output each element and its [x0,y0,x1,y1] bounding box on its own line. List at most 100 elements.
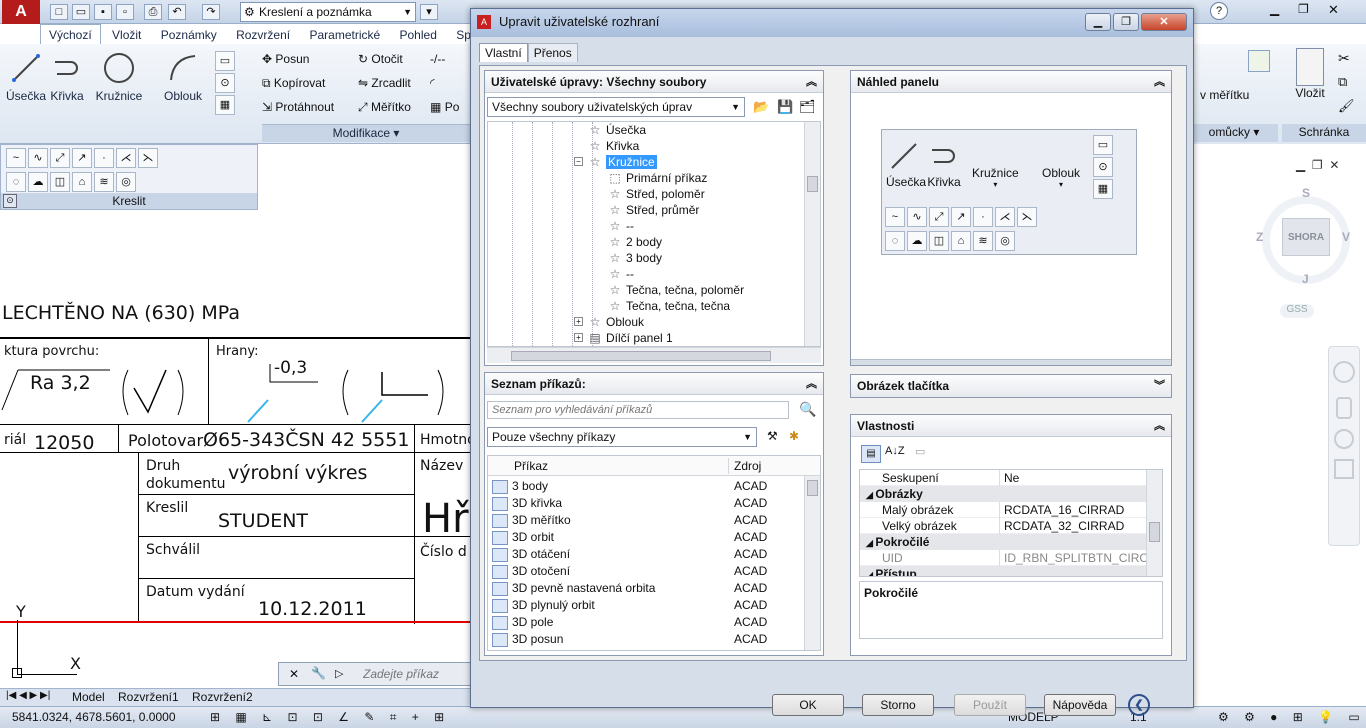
close-icon[interactable]: ✕ [1328,2,1339,18]
property-category[interactable]: ◢ Pokročilé [860,534,1148,550]
property-row[interactable]: Seskupení Ne [860,470,1148,486]
collapse-icon[interactable]: ︽ [1154,415,1165,437]
categorized-icon[interactable]: ▤ [861,445,881,463]
tree-hscrollbar[interactable] [487,347,821,363]
tab-model[interactable]: Model [72,690,105,704]
undo-icon[interactable]: ↶ [168,4,186,20]
help-icon[interactable]: ? [1210,2,1228,20]
point-icon[interactable]: · [94,148,114,168]
status-toggles[interactable]: ⊞ ▦ ⊾ ⊡ ⊡ ∠ ✎ ⌗ + ⊞ [210,707,450,727]
open-file-icon[interactable]: 📂 [753,99,769,115]
close-cmd-icon[interactable]: ✕ [289,667,299,681]
gradient-icon[interactable]: ▦ [215,95,235,115]
wcs-menu[interactable]: GSS [1280,304,1314,318]
col-command[interactable]: Příkaz [514,456,548,476]
new-command-icon[interactable]: ⚒ [767,429,778,443]
stretch-button[interactable]: ⇲ Protáhnout [262,100,334,114]
paste-button[interactable]: Vložit [1290,48,1330,100]
property-row[interactable]: Malý obrázek RCDATA_16_CIRRAD [860,502,1148,518]
donut-icon[interactable]: ◎ [116,172,136,192]
redo-icon[interactable]: ↷ [202,4,220,20]
tab-poznamky[interactable]: Poznámky [153,25,225,45]
command-row[interactable]: 3D posun ACAD [488,631,806,648]
viewport-controls[interactable]: ▁ ❐ ✕ [1296,158,1362,174]
pin-icon[interactable]: ⊙ [3,194,17,208]
command-row[interactable]: 3 body ACAD [488,478,806,495]
sort-az-icon[interactable]: A↓Z [885,445,905,457]
tree-node[interactable]: ☆ Tečna, tečna, poloměr [488,282,802,298]
tab-parametricke[interactable]: Parametrické [301,25,388,45]
customization-file-select[interactable]: Všechny soubory uživatelských úprav ▼ [487,97,745,117]
tree-node[interactable]: ☆ -- [488,218,802,234]
move-button[interactable]: ✥ Posun [262,52,309,66]
tree-node[interactable]: ☆ 3 body [488,250,802,266]
spline-icon[interactable]: ~ [6,148,26,168]
rectangle-icon[interactable]: ▭ [215,51,235,71]
utilities-group[interactable]: omůcky ▾ [1190,124,1278,142]
command-input[interactable] [363,666,467,682]
3dpoly-icon[interactable]: ⌂ [72,172,92,192]
array-button[interactable]: ▦ Po [430,100,459,114]
match-prop-icon[interactable]: 🖌 [1338,98,1355,114]
expand-node-icon[interactable]: + [574,317,583,326]
arc-button[interactable]: Oblouk [158,50,208,103]
tree-node[interactable]: ☆ Úsečka [488,122,802,138]
tree-node[interactable]: + ☆ Oblouk [488,314,802,330]
pan-icon[interactable] [1336,397,1352,419]
hatch-icon[interactable]: ⊙ [215,73,235,93]
new-icon[interactable]: □ [50,4,68,20]
ok-button[interactable]: OK [772,694,844,716]
tab-vychozi[interactable]: Výchozí [40,24,101,45]
open-icon[interactable]: ▭ [72,4,90,20]
tree-node[interactable]: + ▤ Dílčí panel 1 [488,330,802,346]
apply-button[interactable]: Použít [954,694,1026,716]
command-row[interactable]: 3D měřítko ACAD [488,512,806,529]
command-row[interactable]: 3D orbit ACAD [488,529,806,546]
search-icon[interactable]: 🔍 [799,401,816,418]
tree-node[interactable]: ☆ Střed, průměr [488,202,802,218]
circle-button[interactable]: Kružnice [92,50,146,103]
command-row[interactable]: 3D plynulý orbit ACAD [488,597,806,614]
tab-pohled[interactable]: Pohled [392,25,445,45]
minimize-icon[interactable]: ▁ [1270,2,1279,16]
dialog-minimize-button[interactable]: ▁ [1085,13,1111,31]
tab-vlozit[interactable]: Vložit [104,25,149,45]
command-search-input[interactable] [487,401,789,419]
measure-icon[interactable] [1248,50,1270,72]
rotate-button[interactable]: ↻ Otočit [358,52,403,66]
orbit-icon[interactable] [1334,459,1354,479]
save-icon[interactable]: ▪ [94,4,112,20]
help-button[interactable]: Nápověda [1044,694,1116,716]
modify-group-label[interactable]: Modifikace ▾ [262,124,470,142]
helix-icon[interactable]: ≋ [94,172,114,192]
tree-node[interactable]: ⬚ Primární příkaz [488,170,802,186]
property-pages-icon[interactable]: ▭ [915,445,925,458]
command-row[interactable]: 3D otočení ACAD [488,563,806,580]
property-row[interactable]: UID ID_RBN_SPLITBTN_CIRCLE [860,550,1162,566]
command-row[interactable]: 3D křivka ACAD [488,495,806,512]
qat-dropdown-icon[interactable]: ▾ [420,4,438,20]
wipeout-icon[interactable]: ◫ [50,172,70,192]
workspace-select[interactable]: ⚙ Kreslení a poznámka ▼ [240,2,416,22]
settings-icon[interactable]: ⚙ ⚙ ● ⊞ 💡 ▭ [1218,707,1366,727]
revcloud-icon[interactable]: ☁ [28,172,48,192]
restore-icon[interactable]: ❐ [1298,2,1309,16]
scale-button[interactable]: ⤢ Měřítko [358,100,411,115]
star-new-icon[interactable]: ✱ [789,429,799,443]
xline-icon[interactable]: ↗ [72,148,92,168]
tab-custom[interactable]: Vlastní [479,43,528,62]
save-file-icon[interactable]: 💾 [777,99,793,115]
mirror-button[interactable]: ⇋ Zrcadlit [358,76,411,90]
save-as-icon[interactable]: ▫ [116,4,134,20]
tab-rozvrzeni[interactable]: Rozvržení [228,25,298,45]
command-scrollbar[interactable] [804,476,820,650]
application-menu-button[interactable]: A [2,0,40,24]
tree-scrollbar[interactable] [804,122,820,346]
zoom-icon[interactable] [1334,429,1354,449]
tab-transfer[interactable]: Přenos [527,43,578,62]
tab-layout1[interactable]: Rozvržení1 [118,690,179,704]
viewcube-top[interactable]: SHORA [1282,218,1330,256]
line-button[interactable]: Úsečka [6,50,46,103]
property-row[interactable]: Velký obrázek RCDATA_32_CIRRAD [860,518,1148,534]
props-scrollbar[interactable] [1146,470,1162,576]
